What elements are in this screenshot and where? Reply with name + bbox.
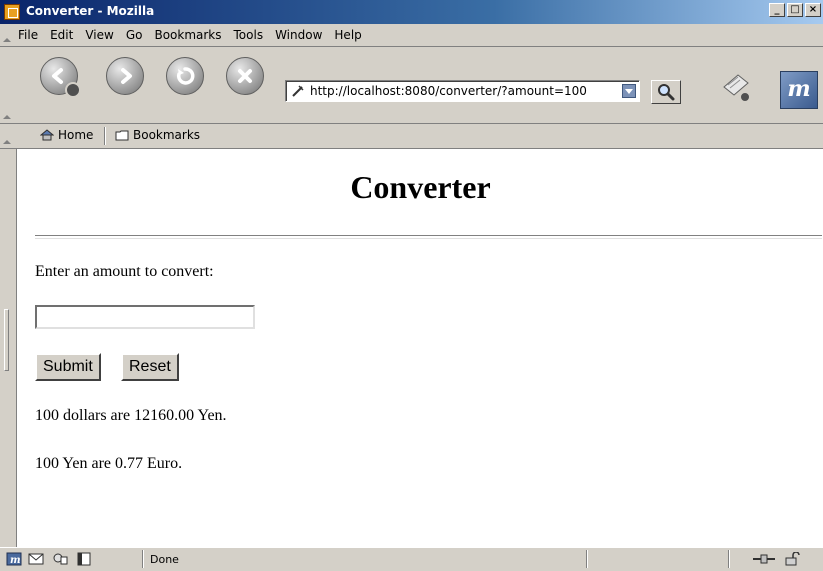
reload-button[interactable]: [166, 57, 204, 95]
toolbar-grip[interactable]: [3, 24, 11, 46]
status-text: Done: [150, 553, 179, 566]
bookmarks-folder[interactable]: Bookmarks: [115, 128, 200, 142]
menu-help[interactable]: Help: [334, 28, 361, 42]
bookmarks-separator: [104, 127, 106, 145]
horizontal-rule: [35, 235, 822, 239]
menu-go[interactable]: Go: [126, 28, 143, 42]
svg-text:m: m: [10, 555, 21, 566]
toolbar-grip[interactable]: [3, 124, 11, 148]
page-content: Converter Enter an amount to convert: Su…: [16, 149, 823, 547]
mozilla-app-icon: [4, 4, 20, 20]
menu-bookmarks[interactable]: Bookmarks: [154, 28, 221, 42]
mozilla-throbber[interactable]: m: [780, 71, 818, 109]
amount-prompt: Enter an amount to convert:: [35, 263, 214, 280]
sidebar-grippy-bar[interactable]: [4, 309, 9, 371]
search-icon: [658, 84, 675, 101]
bookmarks-toolbar: Home Bookmarks: [0, 124, 823, 149]
stop-icon: [238, 69, 252, 83]
security-lock-icon[interactable]: [784, 552, 800, 566]
menu-file[interactable]: File: [18, 28, 38, 42]
result-euro: 100 Yen are 0.77 Euro.: [35, 455, 183, 472]
maximize-button[interactable]: □: [787, 3, 803, 17]
online-status-icon[interactable]: [752, 552, 776, 566]
menu-list: File Edit View Go Bookmarks Tools Window…: [18, 28, 362, 42]
chat-icon[interactable]: [52, 552, 68, 566]
navigator-icon[interactable]: m: [6, 552, 22, 566]
url-history-dropdown-icon[interactable]: [622, 84, 636, 98]
page-heading: Converter: [350, 169, 491, 205]
menubar: File Edit View Go Bookmarks Tools Window…: [0, 24, 823, 47]
search-button[interactable]: [651, 80, 681, 104]
page-proxy-icon[interactable]: [292, 85, 304, 97]
window-title: Converter - Mozilla: [26, 4, 155, 18]
submit-button[interactable]: Submit: [35, 353, 101, 381]
menu-edit[interactable]: Edit: [50, 28, 73, 42]
status-separator: [586, 550, 588, 568]
status-separator: [728, 550, 730, 568]
back-arrow-icon: [52, 68, 63, 84]
home-icon: [40, 129, 54, 141]
window-controls: _ □ ×: [769, 3, 821, 17]
forward-button[interactable]: [106, 57, 144, 95]
folder-icon: [115, 130, 129, 141]
mail-icon[interactable]: [28, 552, 44, 566]
amount-input[interactable]: [35, 305, 255, 329]
bookmarks-label: Bookmarks: [133, 128, 201, 142]
result-yen: 100 dollars are 12160.00 Yen.: [35, 407, 227, 424]
sidebar-grippy[interactable]: [0, 149, 16, 547]
window-titlebar: Converter - Mozilla _ □ ×: [0, 0, 823, 24]
minimize-button[interactable]: _: [769, 3, 785, 17]
composer-icon[interactable]: [76, 552, 92, 566]
status-separator: [142, 550, 144, 568]
menu-view[interactable]: View: [85, 28, 113, 42]
status-bar: m Done: [0, 547, 823, 571]
menu-tools[interactable]: Tools: [234, 28, 264, 42]
navigation-toolbar: http://localhost:8080/converter/?amount=…: [0, 47, 823, 124]
reset-button[interactable]: Reset: [121, 353, 179, 381]
menu-window[interactable]: Window: [275, 28, 322, 42]
printer-icon: [723, 74, 751, 103]
toolbar-grip[interactable]: [3, 47, 11, 123]
back-button[interactable]: [40, 57, 81, 98]
forward-arrow-icon: [121, 68, 132, 84]
back-dropdown-icon[interactable]: [65, 82, 81, 98]
home-label: Home: [58, 128, 94, 142]
stop-button[interactable]: [226, 57, 264, 95]
close-button[interactable]: ×: [805, 3, 821, 17]
reload-icon: [176, 67, 195, 85]
print-button[interactable]: [718, 69, 752, 103]
url-bar[interactable]: http://localhost:8080/converter/?amount=…: [285, 80, 640, 102]
home-button[interactable]: Home: [40, 128, 93, 142]
url-text[interactable]: http://localhost:8080/converter/?amount=…: [310, 84, 587, 98]
